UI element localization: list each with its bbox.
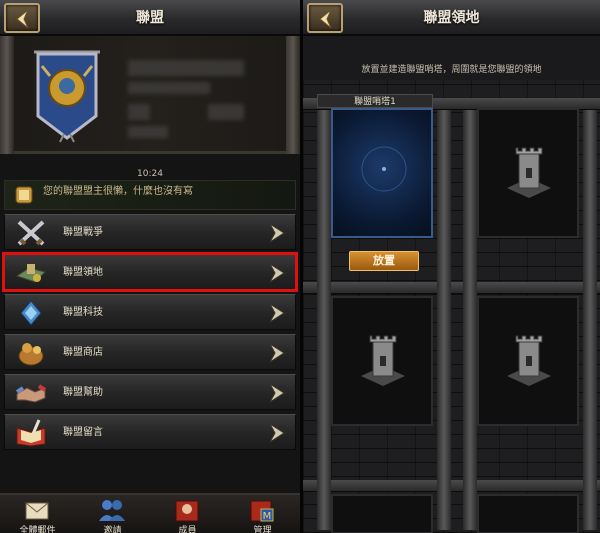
- pillar-decoration: [0, 36, 14, 154]
- menu-label: 聯盟留言: [63, 427, 103, 438]
- tab-invite[interactable]: 邀請: [75, 495, 150, 533]
- chevron-right-icon: [269, 223, 285, 243]
- watchtower-icon: [507, 335, 551, 386]
- manage-icon: M: [250, 500, 274, 522]
- territory-panel: 聯盟領地 放置並建造聯盟哨塔，周圍就是您聯盟的領地 聯盟哨塔1 放置: [303, 0, 600, 533]
- menu-alliance-territory[interactable]: 聯盟領地: [2, 252, 298, 292]
- tower-slot-4[interactable]: [477, 296, 579, 426]
- chevron-right-icon: [269, 303, 285, 323]
- menu-alliance-help[interactable]: 聯盟幫助: [4, 374, 296, 410]
- tab-label: 管理: [253, 526, 272, 533]
- wall-beam: [303, 282, 600, 294]
- tab-mail-all[interactable]: 全體郵件: [0, 495, 75, 533]
- wall-column: [583, 110, 597, 530]
- alliance-panel: 聯盟 10:24 您的聯盟盟主很懶，什麼也沒有寫 聯盟戰爭 聯盟領地 聯盟科技 …: [0, 0, 300, 533]
- chevron-right-icon: [269, 383, 285, 403]
- scroll-icon: [15, 186, 33, 204]
- redacted-text: [128, 60, 244, 76]
- handshake-icon: [15, 384, 47, 403]
- tab-label: 成員: [178, 526, 197, 533]
- redacted-text: [128, 126, 168, 138]
- tab-label: 全體郵件: [19, 526, 56, 533]
- crossed-swords-icon: [17, 220, 45, 246]
- territory-header: 聯盟領地: [303, 0, 600, 36]
- tab-label: 邀請: [103, 526, 122, 533]
- wall-column: [463, 110, 477, 530]
- menu-alliance-war[interactable]: 聯盟戰爭: [4, 214, 296, 250]
- tab-members[interactable]: 成員: [150, 495, 225, 533]
- shop-bag-icon: [18, 343, 44, 366]
- tower-slot-2[interactable]: [477, 108, 579, 238]
- chevron-right-icon: [269, 263, 285, 283]
- alliance-header: 聯盟: [0, 0, 300, 36]
- tower-slot-1[interactable]: [331, 108, 433, 238]
- timestamp: 10:24: [137, 169, 163, 179]
- alliance-banner-area: [0, 36, 300, 154]
- menu-label: 聯盟戰爭: [63, 227, 103, 238]
- wall-column: [437, 110, 451, 530]
- redacted-text: [128, 104, 150, 120]
- wall-beam: [303, 480, 600, 492]
- alliance-crest-icon[interactable]: [30, 46, 104, 146]
- invite-people-icon: [99, 500, 125, 521]
- wall-column: [317, 110, 331, 530]
- page-title: 聯盟: [136, 10, 164, 26]
- territory-hint: 放置並建造聯盟哨塔，周圍就是您聯盟的領地: [361, 65, 542, 75]
- menu-alliance-messages[interactable]: 聯盟留言: [4, 414, 296, 450]
- svg-text:M: M: [263, 511, 272, 522]
- watchtower-icon: [361, 335, 405, 386]
- tower-slot-5[interactable]: [331, 494, 433, 533]
- chevron-right-icon: [269, 343, 285, 363]
- tower-slot-3[interactable]: [331, 296, 433, 426]
- menu-label: 聯盟幫助: [63, 387, 103, 398]
- menu-alliance-tech[interactable]: 聯盟科技: [4, 294, 296, 330]
- announcement-text: 您的聯盟盟主很懶，什麼也沒有寫: [43, 186, 193, 197]
- tower-slot-6[interactable]: [477, 494, 579, 533]
- tech-crystal-icon: [20, 300, 42, 326]
- place-button[interactable]: 放置: [349, 251, 419, 271]
- bottom-tab-bar: 全體郵件 邀請 成員 M 管理: [0, 493, 300, 533]
- menu-label: 聯盟科技: [63, 307, 103, 318]
- pillar-decoration: [286, 36, 300, 154]
- book-quill-icon: [16, 419, 46, 447]
- announcement-row[interactable]: 您的聯盟盟主很懶，什麼也沒有寫: [4, 180, 296, 210]
- menu-label: 聯盟領地: [63, 267, 103, 278]
- radar-ring-icon: [361, 146, 407, 192]
- page-title: 聯盟領地: [423, 10, 480, 26]
- territory-map-icon: [15, 264, 46, 283]
- menu-label: 聯盟商店: [63, 347, 103, 358]
- members-icon: [175, 500, 199, 522]
- watchtower-icon: [507, 147, 551, 198]
- tab-manage[interactable]: M 管理: [225, 495, 300, 533]
- menu-alliance-shop[interactable]: 聯盟商店: [4, 334, 296, 370]
- redacted-text: [128, 82, 210, 94]
- chevron-right-icon: [269, 423, 285, 443]
- slot-label: 聯盟哨塔1: [317, 94, 433, 108]
- redacted-text: [208, 104, 244, 120]
- mail-icon: [25, 502, 49, 520]
